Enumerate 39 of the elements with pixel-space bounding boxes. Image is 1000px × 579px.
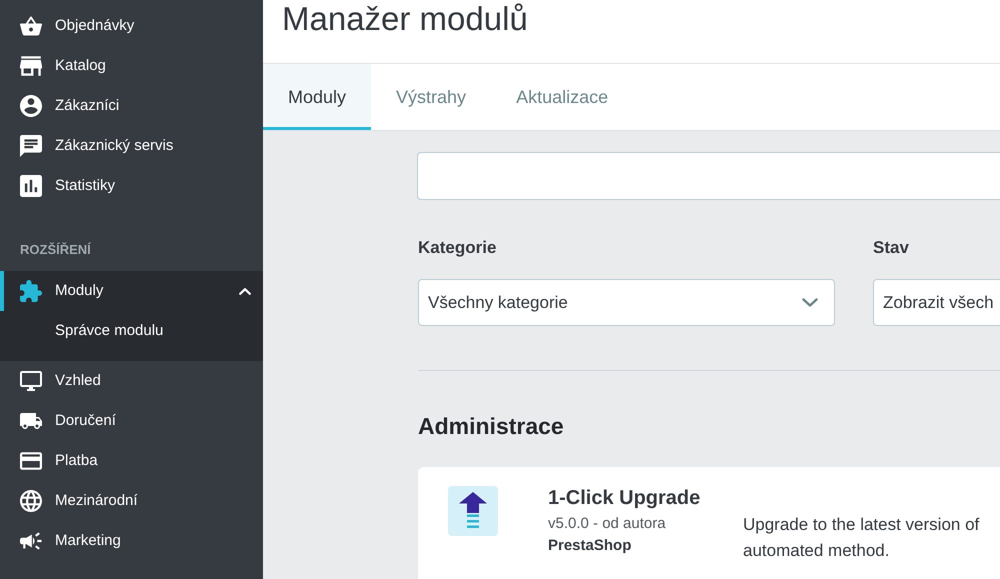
tab[interactable]: Aktualizace bbox=[491, 64, 634, 130]
chevron-up-icon bbox=[239, 288, 251, 294]
section-title: Administrace bbox=[418, 412, 565, 441]
sidebar-item[interactable]: Mezinárodní bbox=[0, 481, 263, 521]
globe-icon bbox=[20, 490, 42, 512]
monitor-icon bbox=[20, 370, 42, 392]
puzzle-icon bbox=[20, 280, 42, 302]
dropdown[interactable]: Zobrazit všech bbox=[873, 279, 1000, 326]
bar-chart-icon bbox=[20, 175, 42, 197]
sidebar-item[interactable]: Katalog bbox=[0, 46, 263, 86]
sidebar-item[interactable]: Objednávky bbox=[0, 6, 263, 46]
filter-label: Stav bbox=[873, 237, 910, 259]
module-description: Upgrade to the latest version of automated method. bbox=[743, 514, 980, 562]
page-title: Manažer modulů bbox=[282, 0, 529, 38]
sidebar-item[interactable]: Statistiky bbox=[0, 166, 263, 206]
megaphone-icon bbox=[20, 530, 42, 552]
credit-card-icon bbox=[20, 450, 42, 472]
module-author: PrestaShop bbox=[548, 536, 632, 556]
sidebar-item[interactable]: Vzhled bbox=[0, 361, 263, 401]
search-field[interactable] bbox=[417, 152, 1000, 200]
sidebar-item[interactable]: Platba bbox=[0, 441, 263, 481]
filter-label: Kategorie bbox=[418, 237, 498, 259]
module-title: 1-Click Upgrade bbox=[548, 486, 700, 510]
sidebar-item[interactable]: Doručení bbox=[0, 401, 263, 441]
chevron-down-icon bbox=[802, 298, 818, 307]
sidebar-item[interactable]: Zákaznický servis bbox=[0, 126, 263, 166]
sidebar-item[interactable]: Zákazníci bbox=[0, 86, 263, 126]
section-header: ROZŠÍŘENÍ bbox=[19, 241, 92, 259]
sidebar-item[interactable]: Moduly bbox=[0, 271, 263, 311]
module-version: v5.0.0 - od autora bbox=[548, 514, 666, 534]
chat-bubble-icon bbox=[20, 135, 42, 157]
store-icon bbox=[20, 55, 42, 77]
basket-icon bbox=[20, 15, 42, 37]
truck-icon bbox=[20, 410, 42, 432]
tab[interactable]: Moduly bbox=[263, 64, 372, 130]
dropdown[interactable]: Všechny kategorie bbox=[418, 279, 835, 326]
sidebar-item[interactable]: Marketing bbox=[0, 521, 263, 561]
tab[interactable]: Výstrahy bbox=[371, 64, 492, 130]
submenu-item[interactable]: Správce modulu bbox=[0, 311, 263, 351]
